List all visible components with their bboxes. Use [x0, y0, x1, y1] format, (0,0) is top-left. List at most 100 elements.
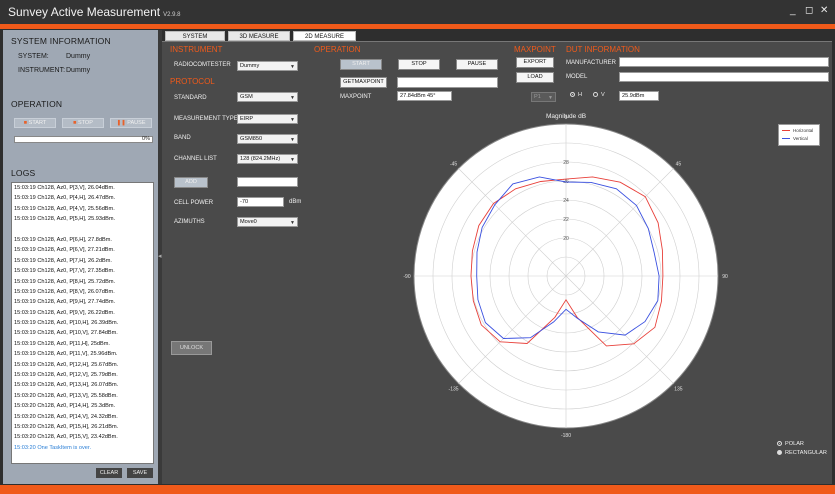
stop-button[interactable]: STOP: [398, 59, 440, 70]
maxpoint-label: MAXPOINT: [340, 94, 372, 100]
radial-tick-label: 22: [563, 217, 569, 223]
log-entry: [12, 225, 153, 235]
azimuths-select[interactable]: Move0 ▼: [237, 217, 298, 227]
log-entry: 15:03:19 Ch128, Az0, P[3,V], 26.04dBm.: [14, 185, 115, 191]
radiocomtester-value: Dummy: [240, 63, 260, 69]
add-channel-input[interactable]: [237, 177, 298, 187]
title-accent-bar: [0, 24, 835, 29]
radial-tick-label: 24: [563, 198, 569, 204]
radio-off-icon: [593, 92, 598, 98]
log-entry: 15:03:19 Ch128, Az0, P[7,H], 26.2dBm.: [14, 257, 112, 264]
getmaxpoint-input[interactable]: [397, 77, 498, 88]
standard-label: STANDARD: [174, 95, 207, 101]
log-entry: 15:03:19 Ch128, Az0, P[7,V], 27.35dBm.: [14, 268, 115, 275]
log-entry: 15:03:19 Ch128, Az0, P[11,H], 25dBm.: [14, 340, 110, 347]
chevron-down-icon: ▼: [290, 64, 295, 70]
left-pause-button[interactable]: ❚❚ PAUSE: [110, 118, 152, 128]
log-entry: 15:03:20 Ch128, Az0, P[14,H], 25.3dBm.: [14, 403, 116, 410]
chevron-down-icon: ▼: [290, 117, 295, 123]
collapse-arrow-icon[interactable]: ◂: [158, 252, 162, 260]
polar-chart: Magnitude dB202224262804590135-180-135-9…: [403, 113, 728, 439]
tab-3d-measure[interactable]: 3D MEASURE: [228, 31, 290, 41]
azimuths-label: AZIMUTHS: [174, 219, 205, 225]
legend-vertical: Vertical: [782, 136, 808, 141]
radiocomtester-select[interactable]: Dummy ▼: [237, 61, 298, 71]
manufacturer-label: MANUFACTURER: [566, 60, 617, 66]
angle-tick-label: 0: [565, 115, 568, 121]
clear-button[interactable]: CLEAR: [96, 468, 122, 478]
log-entry: 15:03:19 Ch128, Az0, P[9,V], 26.22dBm.: [14, 309, 115, 316]
log-entry: 15:03:19 Ch128, Az0, P[5,H], 25.93dBm.: [14, 216, 116, 223]
angle-tick-label: -90: [403, 274, 410, 280]
system-info-title: SYSTEM INFORMATION: [11, 36, 111, 46]
log-entry: 15:03:19 Ch128, Az0, P[12,V], 25.79dBm.: [14, 372, 118, 379]
chevron-down-icon: ▼: [290, 220, 295, 226]
chevron-down-icon: ▼: [290, 95, 295, 101]
polar-radio-label: POLAR: [785, 441, 804, 447]
left-start-button[interactable]: ■ START: [14, 118, 56, 128]
manufacturer-input[interactable]: [619, 57, 829, 67]
log-entry: 15:03:20 One TaskItem is over.: [14, 444, 92, 451]
polar-radio[interactable]: POLAR: [777, 441, 804, 447]
maxpoint-h-value: 25.9dBm: [619, 91, 659, 101]
channel-list-select[interactable]: 128 (824.2MHz) ▼: [237, 154, 298, 164]
v-radio-label: V: [601, 92, 605, 98]
chevron-down-icon: ▼: [290, 157, 295, 163]
system-label: SYSTEM:: [18, 53, 49, 60]
left-stop-label: STOP: [77, 120, 93, 126]
rectangular-radio[interactable]: RECTANGULAR: [777, 450, 827, 456]
logs-list[interactable]: 15:03:19 Ch128, Az0, P[3,V], 26.04dBm. 15…: [11, 182, 154, 464]
point-select[interactable]: P1 ▼: [531, 92, 556, 102]
load-button[interactable]: LOAD: [516, 72, 554, 83]
log-entry: 15:03:19 Ch128, Az0, P[12,H], 25.67dBm.: [14, 361, 119, 368]
rectangular-radio-label: RECTANGULAR: [785, 450, 827, 456]
v-radio[interactable]: V: [593, 92, 605, 98]
band-value: GSM850: [240, 136, 263, 142]
log-entry: 15:03:19 Ch128, Az0, P[4,V], 25.56dBm.: [14, 205, 115, 212]
log-entry: 15:03:19 Ch128, Az0, P[8,V], 26.07dBm.: [14, 288, 115, 295]
export-button[interactable]: EXPORT: [516, 57, 554, 68]
legend-horizontal-swatch: [782, 130, 790, 132]
close-button[interactable]: ✕: [820, 5, 828, 16]
cell-power-input[interactable]: -70: [237, 197, 284, 207]
minimize-button[interactable]: _: [790, 5, 796, 16]
log-entry: 15:03:19 Ch128, Az0, P[9,H], 27.74dBm.: [14, 299, 116, 306]
pause-button[interactable]: PAUSE: [456, 59, 498, 70]
chart-legend: Horizontal Vertical: [778, 124, 820, 146]
chevron-down-icon: ▼: [548, 95, 553, 101]
h-radio[interactable]: H: [570, 92, 582, 98]
chevron-down-icon: ▼: [290, 137, 295, 143]
model-label: MODEL: [566, 74, 588, 80]
azimuths-value: Move0: [240, 219, 257, 225]
app-version: V2.9.8: [163, 12, 181, 18]
legend-horizontal-label: Horizontal: [793, 128, 814, 133]
add-button[interactable]: ADD: [174, 177, 208, 188]
radial-tick-label: 28: [563, 160, 569, 166]
unlock-button[interactable]: UNLOCK: [171, 341, 212, 355]
log-entry: 15:03:19 Ch128, Az0, P[6,H], 27.8dBm.: [14, 236, 112, 243]
model-input[interactable]: [619, 72, 829, 82]
operation-title: OPERATION: [11, 99, 63, 109]
h-radio-label: H: [578, 92, 583, 98]
operation-section-title: OPERATION: [314, 45, 361, 54]
left-stop-button[interactable]: ■ STOP: [62, 118, 104, 128]
radial-tick-label: 20: [563, 236, 569, 242]
tab-2d-measure[interactable]: 2D MEASURE: [293, 31, 356, 41]
log-entry: 15:03:19 Ch128, Az0, P[13,H], 26.07dBm.: [14, 382, 119, 389]
title-bar: Sunvey Active Measurement V2.9.8 _ ◻ ✕: [0, 0, 835, 26]
tab-system[interactable]: SYSTEM: [165, 31, 225, 41]
standard-select[interactable]: GSM ▼: [237, 92, 298, 102]
getmaxpoint-button[interactable]: GETMAXPOINT: [340, 77, 387, 88]
app-title: Sunvey Active Measurement V2.9.8: [8, 5, 180, 19]
standard-value: GSM: [240, 94, 253, 100]
band-select[interactable]: GSM850 ▼: [237, 134, 298, 144]
log-entry: 15:03:19 Ch128, Az0, P[10,V], 27.84dBm.: [14, 330, 118, 337]
angle-tick-label: 135: [674, 386, 683, 392]
system-value: Dummy: [66, 53, 91, 60]
angle-tick-label: -180: [561, 433, 571, 439]
start-button[interactable]: START: [340, 59, 382, 70]
channel-list-value: 128 (824.2MHz): [240, 156, 281, 162]
save-button[interactable]: SAVE: [127, 468, 153, 478]
measurement-type-select[interactable]: EIRP ▼: [237, 114, 298, 124]
restore-button[interactable]: ◻: [805, 5, 813, 16]
